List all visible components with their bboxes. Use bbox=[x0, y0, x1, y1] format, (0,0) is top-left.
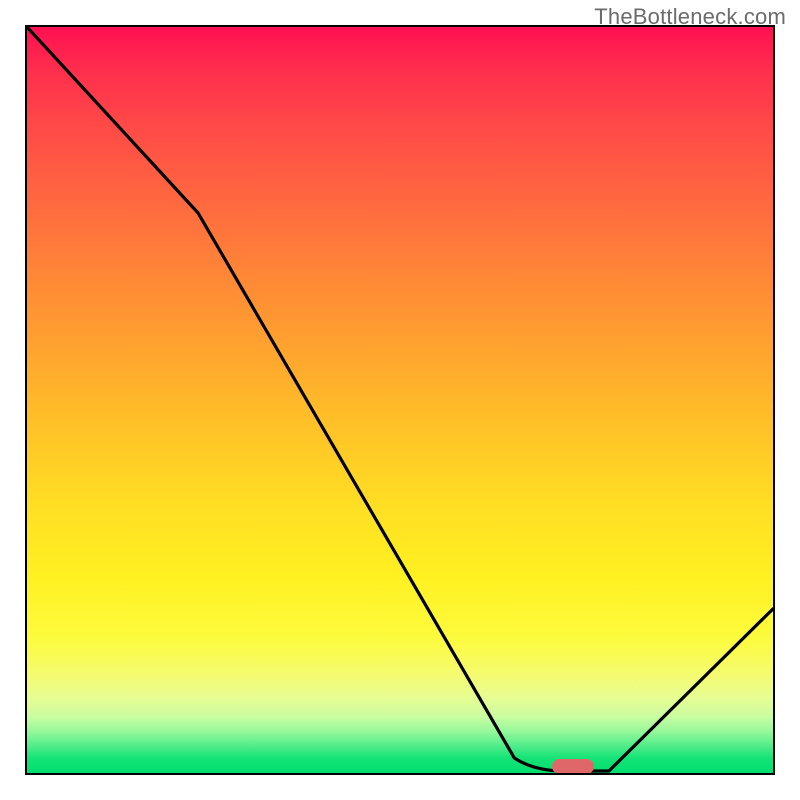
optimal-marker bbox=[552, 759, 594, 774]
chart-line-curve bbox=[27, 27, 773, 773]
watermark-text: TheBottleneck.com bbox=[594, 4, 786, 30]
chart-plot-area bbox=[25, 25, 775, 775]
